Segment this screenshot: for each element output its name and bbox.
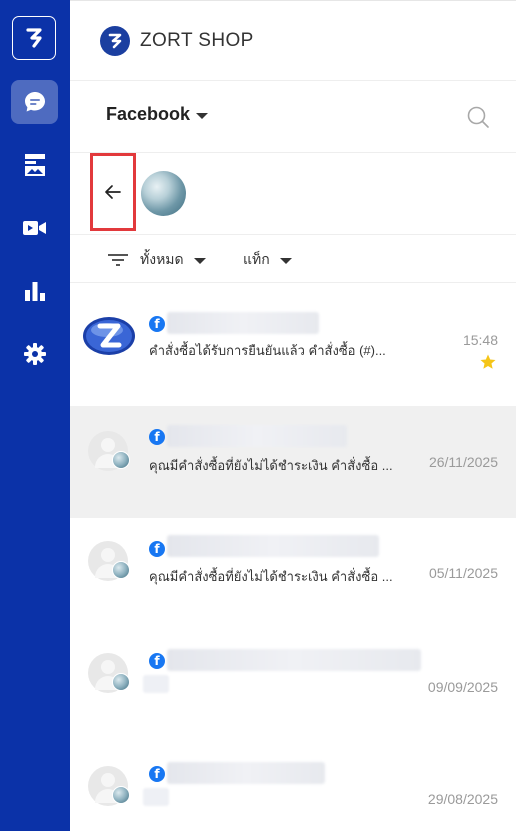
- inbox-panel: ZORT SHOP Facebook ทั้งหมด แท็ก f คำสั่ง…: [70, 0, 516, 831]
- conversation-item[interactable]: f 09/09/2025: [70, 631, 516, 743]
- facebook-icon: f: [149, 766, 165, 782]
- filter-tag-label: แท็ก: [243, 251, 270, 267]
- page-mini-avatar: [112, 451, 130, 469]
- facebook-icon: f: [149, 316, 165, 332]
- zort-avatar: [82, 315, 136, 357]
- message-time: 26/11/2025: [428, 454, 498, 470]
- chevron-down-icon: [196, 112, 209, 119]
- chevron-down-icon: [279, 258, 292, 264]
- filter-all-dropdown[interactable]: ทั้งหมด: [108, 249, 206, 271]
- blurred-preview: [143, 788, 169, 806]
- message-time: 29/08/2025: [427, 791, 498, 807]
- page-avatar[interactable]: [141, 171, 186, 216]
- page-mini-avatar: [112, 673, 130, 691]
- blurred-name: [167, 535, 379, 557]
- chart-icon[interactable]: [11, 269, 58, 313]
- page-mini-avatar: [112, 561, 130, 579]
- zort-logo-icon[interactable]: [12, 16, 56, 60]
- star-icon[interactable]: [479, 353, 497, 371]
- filter-tag-dropdown[interactable]: แท็ก: [243, 249, 292, 271]
- filter-all-label: ทั้งหมด: [140, 251, 184, 267]
- conversation-item[interactable]: f คุณมีคำสั่งซื้อที่ยังไม่ได้ชำระเงิน คำ…: [70, 518, 516, 630]
- filter-icon: [108, 254, 128, 266]
- page-selector-bar: [70, 153, 516, 235]
- channel-dropdown[interactable]: Facebook: [106, 104, 209, 125]
- facebook-icon: f: [149, 429, 165, 445]
- conversation-item[interactable]: f 29/08/2025: [70, 744, 516, 831]
- message-preview: คุณมีคำสั่งซื้อที่ยังไม่ได้ชำระเงิน คำสั…: [149, 569, 393, 584]
- page-mini-avatar: [112, 786, 130, 804]
- facebook-icon: f: [149, 541, 165, 557]
- message-preview: คุณมีคำสั่งซื้อที่ยังไม่ได้ชำระเงิน คำสั…: [149, 458, 393, 473]
- sidebar: [0, 0, 70, 831]
- blurred-name: [167, 649, 421, 671]
- message-preview: คำสั่งซื้อได้รับการยืนยันแล้ว คำสั่งซื้อ…: [149, 343, 386, 358]
- message-time: 05/11/2025: [428, 565, 498, 581]
- chevron-down-icon: [193, 258, 206, 264]
- gear-icon[interactable]: [11, 332, 58, 376]
- message-time: 09/09/2025: [427, 679, 498, 695]
- blurred-preview: [143, 675, 169, 693]
- blurred-name: [167, 425, 347, 447]
- blurred-name: [167, 312, 319, 334]
- message-time: 15:48: [462, 332, 498, 348]
- chat-icon[interactable]: [11, 80, 58, 124]
- back-button[interactable]: [90, 153, 136, 231]
- conversation-item[interactable]: f คำสั่งซื้อได้รับการยืนยันแล้ว คำสั่งซื…: [70, 293, 516, 405]
- arrow-left-icon: [105, 185, 121, 199]
- facebook-icon: f: [149, 653, 165, 669]
- conversation-item[interactable]: f คุณมีคำสั่งซื้อที่ยังไม่ได้ชำระเงิน คำ…: [70, 406, 516, 518]
- channel-name: Facebook: [106, 104, 191, 124]
- search-icon[interactable]: [466, 105, 490, 129]
- shop-header: ZORT SHOP: [70, 1, 516, 81]
- store-icon[interactable]: [11, 143, 58, 187]
- channel-bar: Facebook: [70, 81, 516, 153]
- shop-name: ZORT SHOP: [140, 30, 254, 51]
- video-icon[interactable]: [11, 206, 58, 250]
- blurred-name: [167, 762, 325, 784]
- filter-bar: ทั้งหมด แท็ก: [70, 235, 516, 283]
- shop-logo: [100, 26, 130, 56]
